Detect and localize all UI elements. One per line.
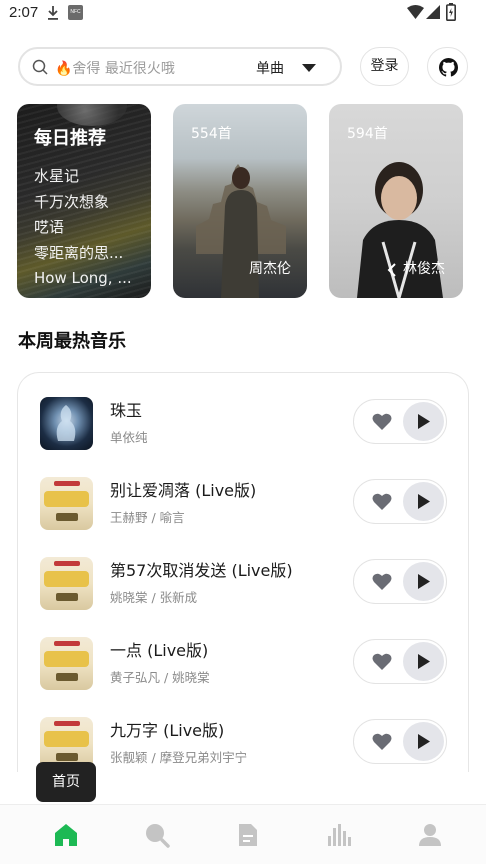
heart-icon[interactable] [372,413,392,431]
song-title: 一点 (Live版) [110,641,209,660]
song-cover [40,637,93,690]
cover-art [56,513,78,521]
search-type-select[interactable]: 单曲 [256,58,284,78]
play-button[interactable] [403,722,444,761]
chevron-left-icon[interactable] [387,263,397,277]
document-icon[interactable] [235,822,261,848]
artist-name: 周杰伦 [249,261,291,277]
song-artist: 王赫野 / 喻言 [110,510,185,525]
play-button[interactable] [403,562,444,601]
cover-art [54,561,80,566]
song-row[interactable]: 第57次取消发送 (Live版) 姚晓棠 / 张新成 [18,557,468,637]
song-cover [40,557,93,610]
song-artist: 张靓颖 / 摩登兄弟刘宇宁 [110,750,248,765]
artist-card-jay[interactable]: 554首 周杰伦 [173,104,307,298]
daily-item[interactable]: 水星记 [34,164,146,190]
chart-icon[interactable] [326,822,352,848]
cover-art [56,753,78,761]
bottom-nav [0,804,486,864]
song-count: 554首 [191,126,232,142]
daily-item[interactable]: 千万次想象 [34,190,146,216]
song-cover [40,397,93,450]
daily-item[interactable]: How Long, ... [34,266,146,292]
status-bar: 2:07 NFC [0,0,486,28]
song-row[interactable]: 一点 (Live版) 黄子弘凡 / 姚晓棠 [18,637,468,717]
status-time: 2:07 [9,4,39,21]
home-icon[interactable] [53,822,79,848]
song-title: 珠玉 [110,401,143,420]
cover-art [44,571,89,587]
song-title: 第57次取消发送 (Live版) [110,561,293,580]
song-actions [353,399,447,444]
play-icon [418,414,430,429]
song-list: 珠玉 单依纯 别让爱凋落 (Live版) 王赫野 / 喻言 第57次取消发送 (… [17,372,469,772]
song-actions [353,719,447,764]
section-title: 本周最热音乐 [18,331,126,352]
song-title: 九万字 (Live版) [110,721,225,740]
cover-art [56,673,78,681]
play-icon [418,734,430,749]
song-count: 594首 [347,126,388,142]
cover-art [54,721,80,726]
login-button[interactable]: 登录 [360,47,409,86]
play-button[interactable] [403,642,444,681]
cover-art [54,481,80,486]
artist-photo [221,167,259,298]
battery-icon [446,3,456,21]
song-artist: 单依纯 [110,430,148,445]
download-icon [48,6,58,20]
daily-recommend-card[interactable]: 每日推荐 水星记 千万次想象 呓语 零距离的思... How Long, ... [17,104,151,298]
daily-item[interactable]: 呓语 [34,215,146,241]
cover-art [44,731,89,747]
heart-icon[interactable] [372,733,392,751]
search-input[interactable]: 🔥舍得 最近很火哦 单曲 [18,47,342,86]
song-artist: 姚晓棠 / 张新成 [110,590,198,605]
heart-icon[interactable] [372,493,392,511]
song-actions [353,639,447,684]
tooltip: 首页 [36,762,96,802]
play-icon [418,654,430,669]
heart-icon[interactable] [372,573,392,591]
song-title: 别让爱凋落 (Live版) [110,481,257,500]
song-row[interactable]: 别让爱凋落 (Live版) 王赫野 / 喻言 [18,477,468,557]
search-placeholder: 🔥舍得 最近很火哦 [55,61,175,77]
cover-art [44,491,89,507]
play-icon [418,574,430,589]
daily-list: 水星记 千万次想象 呓语 零距离的思... How Long, ... [34,164,146,292]
user-icon[interactable] [417,822,443,848]
song-actions [353,479,447,524]
artist-card-jj[interactable]: 594首 林俊杰 [329,104,463,298]
search-icon [32,59,48,75]
daily-title: 每日推荐 [34,128,106,149]
play-button[interactable] [403,482,444,521]
artist-name: 林俊杰 [403,261,445,277]
github-icon [439,58,458,77]
song-actions [353,559,447,604]
nfc-icon: NFC [68,5,83,20]
wifi-icon [407,5,424,19]
daily-item[interactable]: 零距离的思... [34,241,146,267]
github-button[interactable] [427,47,468,86]
signal-icon [426,5,440,19]
song-cover [40,477,93,530]
chevron-down-icon[interactable] [302,64,316,72]
play-icon [418,494,430,509]
song-artist: 黄子弘凡 / 姚晓棠 [110,670,210,685]
search-icon[interactable] [144,822,170,848]
heart-icon[interactable] [372,653,392,671]
song-row[interactable]: 珠玉 单依纯 [18,397,468,477]
cover-art [56,593,78,601]
cover-art [44,651,89,667]
play-button[interactable] [403,402,444,441]
cover-art [56,405,76,441]
cover-art [54,641,80,646]
